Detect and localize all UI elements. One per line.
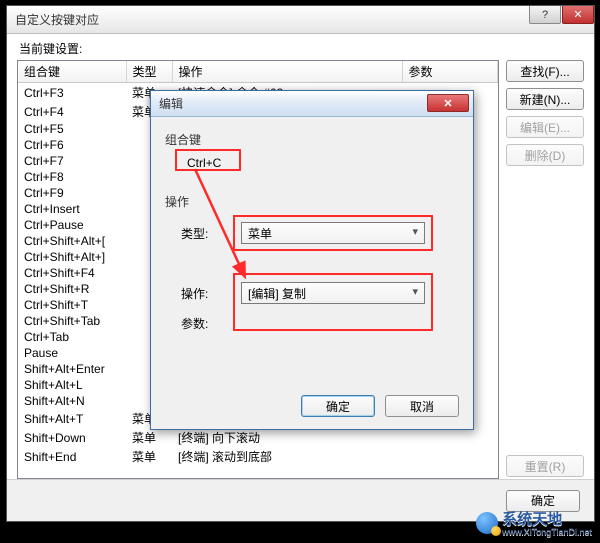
param-label: 参数: [181,315,208,332]
col-header[interactable]: 参数 [402,61,498,83]
op-label: 操作: [181,285,208,302]
help-button[interactable]: ? [529,6,561,24]
type-label: 类型: [181,225,208,242]
edit-button: 编辑(E)... [506,116,584,138]
key-value: Ctrl+C [181,153,261,173]
section-label: 当前键设置: [19,40,82,57]
dialog-cancel-button[interactable]: 取消 [385,395,459,417]
table-row[interactable]: Shift+Down菜单[终端] 向下滚动 [18,428,498,447]
watermark-icon [476,512,498,534]
dialog-titlebar[interactable]: 编辑 ✕ [151,91,473,117]
op-combo-value: [编辑] 复制 [248,285,306,302]
new-button[interactable]: 新建(N)... [506,88,584,110]
edit-dialog: 编辑 ✕ 组合键 Ctrl+C 操作 类型: 菜单 操作: [编辑] 复制 参数… [150,90,474,430]
dialog-ok-button[interactable]: 确定 [301,395,375,417]
group-key-label: 组合键 [165,131,201,148]
reset-button: 重置(R) [506,455,584,477]
delete-button: 删除(D) [506,144,584,166]
close-button[interactable]: ✕ [562,6,594,24]
group-op-label: 操作 [165,193,189,210]
op-combo[interactable]: [编辑] 复制 [241,282,425,304]
col-header[interactable]: 组合键 [18,61,126,83]
watermark-name: 系统天地 [502,511,562,528]
find-button[interactable]: 查找(F)... [506,60,584,82]
dialog-title: 编辑 [159,95,183,112]
window-title: 自定义按键对应 [11,11,99,28]
titlebar[interactable]: 自定义按键对应 ? ✕ [7,6,594,34]
type-combo-value: 菜单 [248,225,272,242]
type-combo[interactable]: 菜单 [241,222,425,244]
table-row[interactable]: Shift+End菜单[终端] 滚动到底部 [18,447,498,466]
watermark: 系统天地 www.XiTongTianDi.net [476,508,592,537]
dialog-close-button[interactable]: ✕ [427,94,469,112]
watermark-url: www.XiTongTianDi.net [502,528,592,537]
col-header[interactable]: 类型 [126,61,172,83]
col-header[interactable]: 操作 [172,61,402,83]
